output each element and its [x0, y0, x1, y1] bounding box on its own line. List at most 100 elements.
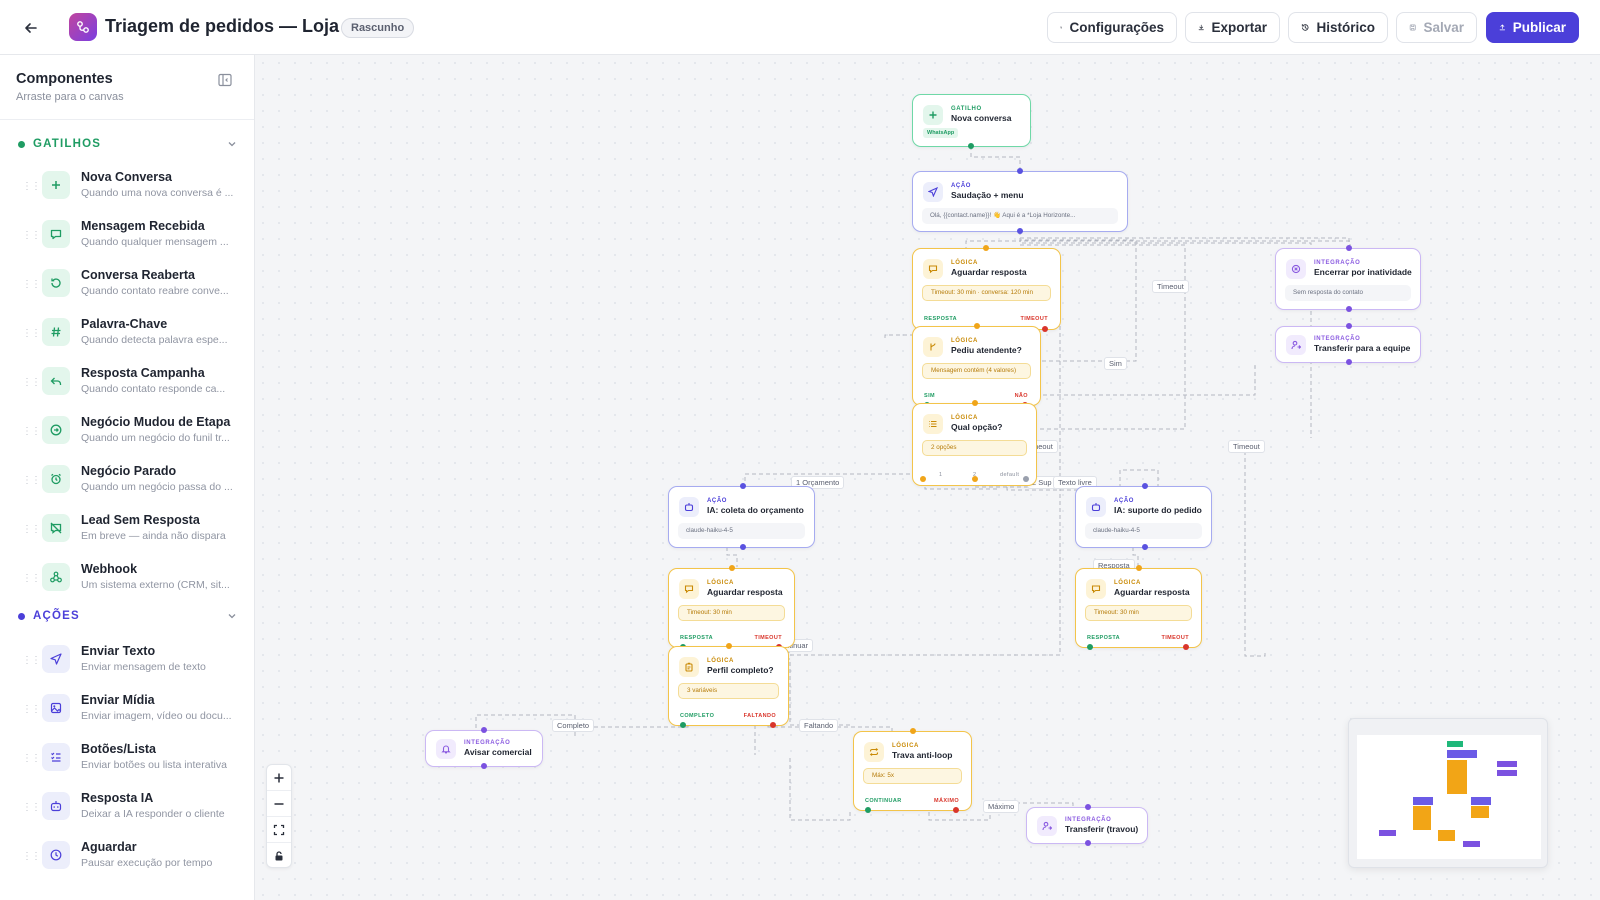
- section-gatilhos[interactable]: GATILHOS: [18, 134, 238, 154]
- input-handle[interactable]: [1346, 323, 1352, 329]
- node-saudacao-menu[interactable]: AÇÃO Saudação + menu Olá, {{contact.name…: [912, 168, 1128, 234]
- zoom-in-button[interactable]: [267, 765, 291, 791]
- output-handle-2[interactable]: [972, 476, 978, 482]
- component-mensagem-recebida[interactable]: ⋮⋮ Mensagem Recebida Quando qualquer men…: [18, 216, 240, 260]
- output-handle-1[interactable]: [920, 476, 926, 482]
- component-negocio-parado[interactable]: ⋮⋮ Negócio Parado Quando um negócio pass…: [18, 461, 240, 505]
- component-webhook[interactable]: ⋮⋮ Webhook Um sistema externo (CRM, sit.…: [18, 559, 240, 603]
- drag-handle-icon[interactable]: ⋮⋮: [22, 377, 41, 388]
- output-handle-timeout[interactable]: [1042, 326, 1048, 332]
- lock-button[interactable]: [267, 843, 291, 869]
- collapse-sidebar-icon[interactable]: [217, 72, 233, 88]
- refresh-icon: [42, 269, 70, 297]
- save-button[interactable]: Salvar: [1396, 12, 1477, 43]
- output-handle[interactable]: [1346, 359, 1352, 365]
- flow-title[interactable]: Triagem de pedidos — Loja ...: [105, 16, 359, 37]
- component-lead-sem-resposta[interactable]: ⋮⋮ Lead Sem Resposta Em breve — ainda nã…: [18, 510, 240, 554]
- drag-handle-icon[interactable]: ⋮⋮: [22, 426, 41, 437]
- fit-view-button[interactable]: [267, 817, 291, 843]
- component-palavra-chave[interactable]: ⋮⋮ Palavra-Chave Quando detecta palavra …: [18, 314, 240, 358]
- drag-handle-icon[interactable]: ⋮⋮: [22, 230, 41, 241]
- output-handle-maximo[interactable]: [953, 807, 959, 813]
- minimap[interactable]: [1348, 718, 1548, 868]
- section-acoes[interactable]: AÇÕES: [18, 606, 238, 626]
- drag-handle-icon[interactable]: ⋮⋮: [22, 475, 41, 486]
- drag-handle-icon[interactable]: ⋮⋮: [22, 655, 41, 666]
- node-aguardar-resposta-3[interactable]: LÓGICA Aguardar resposta Timeout: 30 min…: [1075, 565, 1202, 650]
- node-aguardar-resposta[interactable]: LÓGICA Aguardar resposta Timeout: 30 min…: [912, 245, 1061, 332]
- drag-handle-icon[interactable]: ⋮⋮: [22, 279, 41, 290]
- drag-handle-icon[interactable]: ⋮⋮: [22, 328, 41, 339]
- minimap-node: [1447, 750, 1477, 758]
- output-handle-resposta[interactable]: [1087, 644, 1093, 650]
- publish-button[interactable]: Publicar: [1486, 12, 1579, 43]
- edge: [1244, 444, 1266, 657]
- node-detail: 2 opções: [922, 440, 1027, 456]
- drag-handle-icon[interactable]: ⋮⋮: [22, 802, 41, 813]
- component-negocio-mudou-etapa[interactable]: ⋮⋮ Negócio Mudou de Etapa Quando um negó…: [18, 412, 240, 456]
- node-pediu-atendente[interactable]: LÓGICA Pediu atendente? Mensagem contém …: [912, 323, 1041, 408]
- input-handle[interactable]: [910, 728, 916, 734]
- output-handle-timeout[interactable]: [1183, 644, 1189, 650]
- input-handle[interactable]: [1142, 483, 1148, 489]
- component-resposta-campanha[interactable]: ⋮⋮ Resposta Campanha Quando contato resp…: [18, 363, 240, 407]
- output-handle-continuar[interactable]: [865, 807, 871, 813]
- output-handle[interactable]: [1142, 544, 1148, 550]
- component-desc: Quando um negócio do funil tr...: [81, 432, 230, 444]
- export-button[interactable]: Exportar: [1185, 12, 1280, 43]
- input-handle[interactable]: [726, 643, 732, 649]
- input-handle[interactable]: [481, 727, 487, 733]
- output-handle[interactable]: [481, 763, 487, 769]
- node-aguardar-resposta-2[interactable]: LÓGICA Aguardar resposta Timeout: 30 min…: [668, 565, 795, 650]
- node-ia-suporte-pedido[interactable]: AÇÃO IA: suporte do pedido claude-haiku-…: [1075, 483, 1212, 550]
- input-handle[interactable]: [972, 400, 978, 406]
- component-botoes-lista[interactable]: ⋮⋮ Botões/Lista Enviar botões ou lista i…: [18, 739, 240, 783]
- zoom-out-button[interactable]: [267, 791, 291, 817]
- output-handle-completo[interactable]: [680, 722, 686, 728]
- component-nova-conversa[interactable]: ⋮⋮ Nova Conversa Quando uma nova convers…: [18, 167, 240, 211]
- output-handle[interactable]: [1017, 228, 1023, 234]
- input-handle[interactable]: [974, 323, 980, 329]
- download-icon: [1198, 24, 1204, 31]
- drag-handle-icon[interactable]: ⋮⋮: [22, 704, 41, 715]
- back-arrow-icon[interactable]: [20, 17, 42, 39]
- component-conversa-reaberta[interactable]: ⋮⋮ Conversa Reaberta Quando contato reab…: [18, 265, 240, 309]
- lock-icon: [275, 851, 283, 861]
- drag-handle-icon[interactable]: ⋮⋮: [22, 753, 41, 764]
- node-qual-opcao[interactable]: LÓGICA Qual opção? 2 opções 1 2 default: [912, 400, 1037, 486]
- node-transferir-travou[interactable]: INTEGRAÇÃO Transferir (travou): [1026, 804, 1148, 846]
- drag-handle-icon[interactable]: ⋮⋮: [22, 851, 41, 862]
- node-nova-conversa[interactable]: GATILHO Nova conversa WhatsApp: [912, 94, 1031, 149]
- node-avisar-comercial[interactable]: INTEGRAÇÃO Avisar comercial: [425, 727, 543, 769]
- node-encerrar-inatividade[interactable]: INTEGRAÇÃO Encerrar por inatividade Sem …: [1275, 245, 1421, 312]
- component-resposta-ia[interactable]: ⋮⋮ Resposta IA Deixar a IA responder o c…: [18, 788, 240, 832]
- settings-button[interactable]: Configurações: [1047, 12, 1177, 43]
- node-ia-coleta-orcamento[interactable]: AÇÃO IA: coleta do orçamento claude-haik…: [668, 483, 815, 550]
- flow-canvas[interactable]: Timeout Sim Timeout Timeout 1 Orçamento …: [255, 55, 1600, 900]
- drag-handle-icon[interactable]: ⋮⋮: [22, 181, 41, 192]
- input-handle[interactable]: [1017, 168, 1023, 174]
- node-kind: LÓGICA: [892, 743, 919, 749]
- output-handle[interactable]: [1346, 306, 1352, 312]
- input-handle[interactable]: [983, 245, 989, 251]
- component-aguardar[interactable]: ⋮⋮ Aguardar Pausar execução por tempo: [18, 837, 240, 881]
- input-handle[interactable]: [1346, 245, 1352, 251]
- node-trava-anti-loop[interactable]: LÓGICA Trava anti-loop Máx: 5x CONTINUAR…: [853, 728, 972, 813]
- history-button[interactable]: Histórico: [1288, 12, 1388, 43]
- output-handle[interactable]: [968, 143, 974, 149]
- output-handle-default[interactable]: [1023, 476, 1029, 482]
- drag-handle-icon[interactable]: ⋮⋮: [22, 524, 41, 535]
- plus-icon: [42, 171, 70, 199]
- node-transferir-equipe[interactable]: INTEGRAÇÃO Transferir para a equipe: [1275, 323, 1421, 365]
- input-handle[interactable]: [1136, 565, 1142, 571]
- input-handle[interactable]: [729, 565, 735, 571]
- input-handle[interactable]: [740, 483, 746, 489]
- node-perfil-completo[interactable]: LÓGICA Perfil completo? 3 variáveis COMP…: [668, 643, 789, 728]
- output-handle-faltando[interactable]: [770, 722, 776, 728]
- output-handle[interactable]: [1085, 840, 1091, 846]
- component-enviar-texto[interactable]: ⋮⋮ Enviar Texto Enviar mensagem de texto: [18, 641, 240, 685]
- drag-handle-icon[interactable]: ⋮⋮: [22, 573, 41, 584]
- input-handle[interactable]: [1085, 804, 1091, 810]
- output-handle[interactable]: [740, 544, 746, 550]
- component-enviar-midia[interactable]: ⋮⋮ Enviar Mídia Enviar imagem, vídeo ou …: [18, 690, 240, 734]
